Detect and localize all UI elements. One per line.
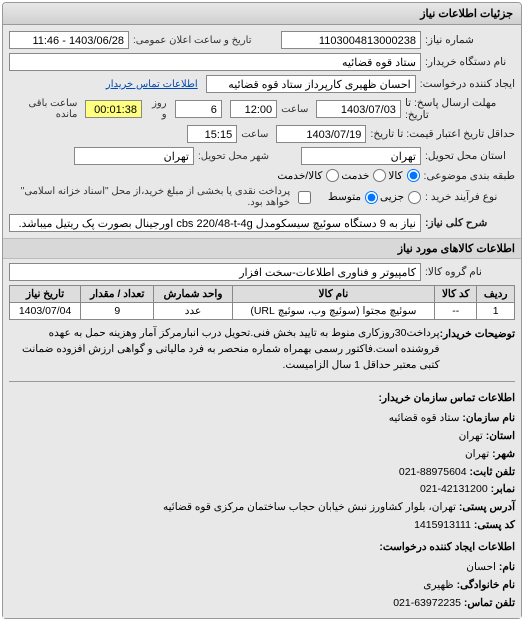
subject-label: شرح کلی نیاز: — [425, 217, 515, 229]
valid-time: 15:15 — [187, 125, 237, 143]
treasury-checkbox[interactable] — [298, 191, 311, 204]
c-tel: 021-88975604 — [399, 466, 467, 478]
goods-section-header: اطلاعات کالاهای مورد نیاز — [3, 238, 521, 259]
group-field: کامپیوتر و فناوری اطلاعات-سخت افزار — [9, 263, 421, 281]
creator-label: ایجاد کننده درخواست: — [420, 78, 515, 90]
table-row: 1 -- سوئیچ مجتوا (سوئیچ وب، سوئیچ URL) ع… — [10, 303, 515, 320]
buyer-contact-link[interactable]: اطلاعات تماس خریدار — [106, 79, 198, 90]
c-city-lbl: شهر: — [492, 446, 515, 464]
radio-small[interactable] — [408, 191, 421, 204]
delivery-state: تهران — [301, 147, 421, 165]
th-name: نام کالا — [232, 286, 434, 303]
th-unit: واحد شمارش — [154, 286, 232, 303]
announce-label: تاریخ و ساعت اعلان عمومی: — [133, 35, 252, 46]
buytype-label: نوع فرآیند خرید : — [425, 191, 515, 203]
valid-date: 1403/07/19 — [276, 125, 366, 143]
table-header-row: ردیف کد کالا نام کالا واحد شمارش تعداد /… — [10, 286, 515, 303]
radio-service[interactable] — [373, 169, 386, 182]
creator-field: احسان ظهیری کارپرداز ستاد قوه قضائیه — [206, 75, 416, 93]
c-zip: 1415913111 — [414, 519, 471, 531]
org-contact-title: اطلاعات تماس سازمان خریدار: — [9, 390, 515, 408]
c-state: تهران — [459, 430, 483, 442]
time-label-2: ساعت — [241, 129, 268, 140]
deadline-date: 1403/07/03 — [316, 100, 401, 118]
th-date: تاریخ نیاز — [10, 286, 81, 303]
c-addr: تهران، بلوار کشاورز نبش خیابان حجاب ساخت… — [163, 501, 456, 513]
time-label-1: ساعت — [281, 104, 308, 115]
remain-day-label: روز و — [146, 98, 167, 120]
buytype-group: جزیی متوسط — [328, 191, 421, 204]
c-tel-lbl: تلفن ثابت: — [470, 464, 515, 482]
th-row: ردیف — [477, 286, 515, 303]
cc-tel: 021-63972235 — [393, 597, 461, 609]
subject-field: نیاز به 9 دستگاه سوئیچ سیسکومدل cbs 220/… — [9, 214, 421, 232]
cc-tel-lbl: تلفن تماس: — [464, 595, 515, 613]
deadline-time: 12:00 — [230, 100, 277, 118]
cell-date: 1403/07/04 — [10, 303, 81, 320]
group-label: نام گروه کالا: — [425, 266, 515, 278]
radio-both[interactable] — [326, 169, 339, 182]
delivery-city: تهران — [74, 147, 194, 165]
th-code: کد کالا — [435, 286, 477, 303]
cell-name: سوئیچ مجتوا (سوئیچ وب، سوئیچ URL) — [232, 303, 434, 320]
radio-med[interactable] — [365, 191, 378, 204]
priority-label: طبقه بندی موضوعی: — [424, 170, 515, 182]
cell-code: -- — [435, 303, 477, 320]
req-no-label: شماره نیاز: — [425, 34, 515, 46]
creator-contact-title: اطلاعات ایجاد کننده درخواست: — [9, 539, 515, 557]
radio-service-label: خدمت — [341, 170, 369, 182]
priority-group: کالا خدمت کالا/خدمت — [277, 169, 419, 182]
delivery-state-label: استان محل تحویل: — [425, 150, 515, 162]
buyer-label: نام دستگاه خریدار: — [425, 56, 515, 68]
c-zip-lbl: کد پستی: — [474, 517, 515, 535]
cc-name-lbl: نام: — [499, 559, 515, 577]
remain-time: 00:01:38 — [85, 100, 142, 118]
delivery-city-label: شهر محل تحویل: — [198, 151, 269, 162]
goods-table: ردیف کد کالا نام کالا واحد شمارش تعداد /… — [9, 285, 515, 320]
separator — [9, 381, 515, 382]
deadline-label: مهلت ارسال پاسخ: تا تاریخ: — [405, 97, 515, 121]
c-fax-lbl: نمابر: — [491, 481, 515, 499]
org-contact-block: اطلاعات تماس سازمان خریدار: نام سازمان: … — [9, 390, 515, 612]
req-no-field: 1103004813000238 — [281, 31, 421, 49]
remain-time-label: ساعت باقی مانده — [9, 98, 77, 120]
cell-unit: عدد — [154, 303, 232, 320]
c-org: ستاد قوه قضائیه — [389, 412, 460, 424]
radio-goods[interactable] — [407, 169, 420, 182]
notes-value: پرداخت30روزکاری منوط به تایید بخش فنی.تح… — [9, 326, 440, 373]
c-addr-lbl: آدرس پستی: — [459, 499, 515, 517]
cc-family-lbl: نام خانوادگی: — [457, 577, 515, 595]
radio-goods-label: کالا — [388, 170, 402, 182]
notes-label: توضیحات خریدار: — [440, 326, 515, 340]
radio-med-label: متوسط — [328, 191, 361, 203]
remain-day: 6 — [175, 100, 222, 118]
c-state-lbl: استان: — [486, 428, 515, 446]
c-fax: 021-42131200 — [420, 483, 488, 495]
cell-row: 1 — [477, 303, 515, 320]
valid-label: حداقل تاریخ اعتبار قیمت: تا تاریخ: — [370, 128, 515, 140]
panel-header: جزئیات اطلاعات نیاز — [3, 3, 521, 25]
cell-qty: 9 — [81, 303, 154, 320]
radio-small-label: جزیی — [380, 191, 404, 203]
radio-both-label: کالا/خدمت — [277, 170, 322, 182]
c-city: تهران — [465, 448, 489, 460]
buyer-field: ستاد قوه قضائیه — [9, 53, 421, 71]
th-qty: تعداد / مقدار — [81, 286, 154, 303]
announce-field: 1403/06/28 - 11:46 — [9, 31, 129, 49]
treasury-note: پرداخت نقدی یا بخشی از مبلغ خرید،از محل … — [9, 186, 290, 208]
c-org-lbl: نام سازمان: — [462, 410, 515, 428]
cc-family: ظهیری — [423, 579, 453, 591]
cc-name: احسان — [466, 561, 496, 573]
